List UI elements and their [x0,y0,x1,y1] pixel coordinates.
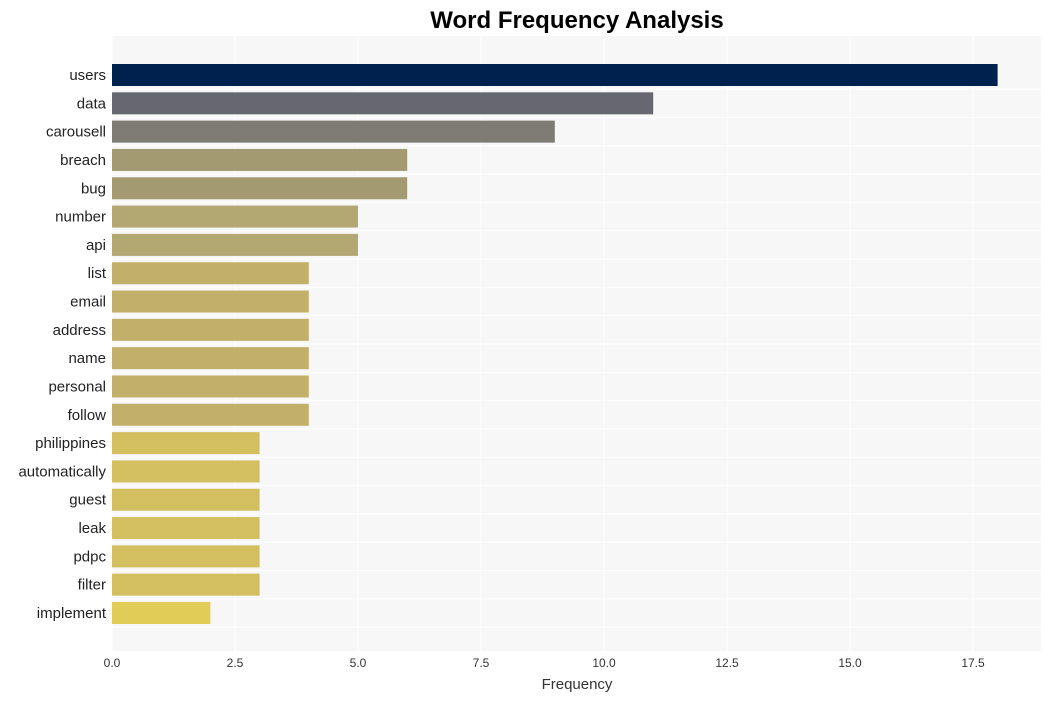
x-tick-label: 2.5 [227,656,244,670]
y-tick-label: philippines [35,435,106,452]
bar-breach [112,148,408,171]
bar-data [112,92,654,115]
x-tick-label: 17.5 [961,656,985,670]
x-tick-label: 0.0 [104,656,121,670]
bar-name [112,347,309,370]
y-tick-label: list [88,265,107,282]
x-tick-label: 5.0 [350,656,367,670]
y-tick-label: users [69,67,106,84]
x-tick-label: 15.0 [838,656,862,670]
chart-title: Word Frequency Analysis [430,7,723,34]
bar-guest [112,488,260,511]
y-tick-label: api [86,237,106,254]
bar-address [112,318,309,341]
y-tick-label: address [53,322,106,339]
bar-api [112,233,358,256]
y-tick-label: personal [48,378,106,395]
x-tick-labels: 0.0 2.5 5.0 7.5 10.0 12.5 15.0 17.5 [104,656,985,670]
y-tick-label: carousell [46,124,106,141]
bar-number [112,205,358,228]
y-tick-label: number [55,209,106,226]
y-tick-label: bug [81,180,106,197]
y-tick-label: automatically [18,463,106,480]
bar-follow [112,403,309,426]
bar-leak [112,517,260,540]
bar-carousell [112,120,555,143]
y-tick-label: implement [37,605,107,622]
bar-philippines [112,432,260,455]
x-tick-label: 12.5 [715,656,739,670]
bar-bug [112,177,408,200]
y-tick-label: email [70,294,106,311]
y-tick-label: name [68,350,106,367]
y-tick-label: filter [78,577,106,594]
bar-automatically [112,460,260,483]
word-frequency-chart: Word Frequency Analysis users data carouse… [18,7,1041,693]
bar-list [112,262,309,285]
bar-pdpc [112,545,260,568]
bar-users [112,64,998,86]
y-tick-label: follow [68,407,107,424]
bar-email [112,290,309,313]
bar-implement [112,602,211,624]
x-axis-title: Frequency [542,676,613,693]
y-tick-label: pdpc [73,548,106,565]
y-tick-label: breach [60,152,106,169]
bar-filter [112,573,260,596]
y-tick-label: data [77,95,107,112]
y-tick-label: leak [78,520,106,537]
x-tick-label: 7.5 [473,656,490,670]
y-tick-label: guest [69,492,107,509]
x-tick-label: 10.0 [592,656,616,670]
y-tick-labels: users data carousell breach bug number api list… [18,67,106,622]
bar-personal [112,375,309,398]
